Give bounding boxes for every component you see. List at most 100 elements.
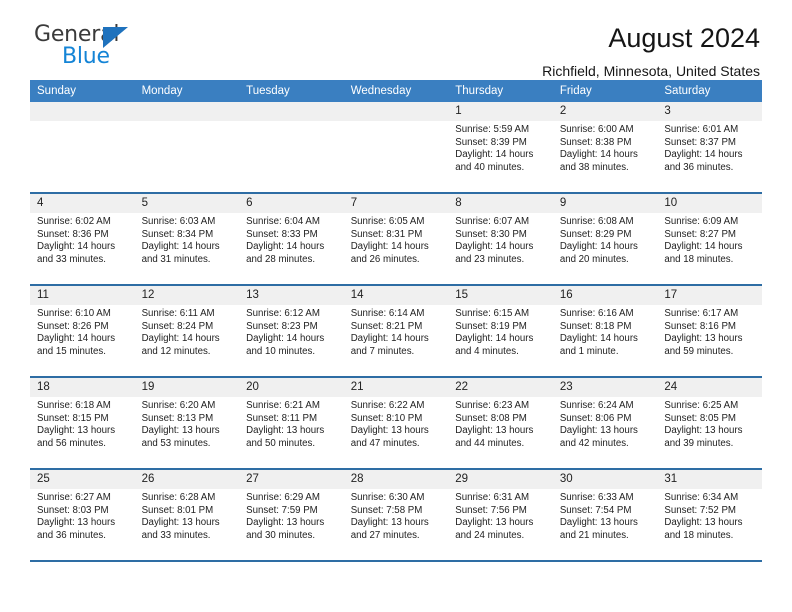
sunset-text: Sunset: 8:13 PM [141,412,214,424]
daylight-text: Daylight: 14 hours and 10 minutes. [246,333,325,357]
sunset-text: Sunset: 8:36 PM [37,228,109,240]
sunrise-text: Sunrise: 6:29 AM [246,492,320,503]
day-sun-info: Sunrise: 6:17 AM Sunset: 8:16 PM Daylight:… [657,305,762,358]
calendar-week-row: 18 Sunrise: 6:18 AM Sunset: 8:15 PM Dayligh… [30,377,762,470]
sunrise-sunset-calendar: Sunday Monday Tuesday Wednesday Thursday… [30,80,762,562]
day-number: 27 [239,470,344,489]
sunrise-text: Sunrise: 6:15 AM [455,308,530,319]
calendar-day-cell[interactable]: 5 Sunrise: 6:03 AM Sunset: 8:34 PM Daylight… [134,193,240,286]
day-cell-content: 30 Sunrise: 6:33 AM Sunset: 7:54 PM Dayligh… [552,470,658,560]
calendar-day-cell[interactable]: 2 Sunrise: 6:00 AM Sunset: 8:38 PM Daylight… [552,102,658,194]
sunset-text: Sunset: 8:01 PM [141,504,214,516]
day-cell-content [134,102,240,192]
day-cell-content: 22 Sunrise: 6:23 AM Sunset: 8:08 PM Dayligh… [448,378,553,468]
day-sun-info: Sunrise: 5:59 AM Sunset: 8:39 PM Daylight:… [448,121,553,174]
calendar-day-cell[interactable]: 9 Sunrise: 6:08 AM Sunset: 8:29 PM Daylight… [552,193,658,286]
daylight-text: Daylight: 14 hours and 28 minutes. [246,241,325,265]
calendar-day-cell[interactable]: 25 Sunrise: 6:27 AM Sunset: 8:03 PM Dayligh… [30,469,135,562]
daylight-text: Daylight: 14 hours and 20 minutes. [559,241,638,265]
day-cell-content: 14 Sunrise: 6:14 AM Sunset: 8:21 PM Dayligh… [343,286,449,376]
logo-text-blue: Blue [62,44,110,69]
calendar-day-cell[interactable]: 18 Sunrise: 6:18 AM Sunset: 8:15 PM Dayligh… [30,377,135,470]
calendar-day-cell[interactable]: 10 Sunrise: 6:09 AM Sunset: 8:27 PM Dayligh… [657,193,762,286]
calendar-day-cell[interactable]: 16 Sunrise: 6:16 AM Sunset: 8:18 PM Dayligh… [552,285,658,378]
daylight-text: Daylight: 13 hours and 59 minutes. [664,333,743,357]
day-sun-info: Sunrise: 6:22 AM Sunset: 8:10 PM Daylight:… [344,397,449,450]
calendar-day-cell[interactable]: 17 Sunrise: 6:17 AM Sunset: 8:16 PM Dayligh… [657,285,762,378]
calendar-day-cell[interactable]: 22 Sunrise: 6:23 AM Sunset: 8:08 PM Dayligh… [448,377,553,470]
calendar-day-cell[interactable]: 1 Sunrise: 5:59 AM Sunset: 8:39 PM Daylight… [448,102,553,194]
sunset-text: Sunset: 8:30 PM [455,228,527,240]
sunrise-text: Sunrise: 6:12 AM [246,308,320,319]
calendar-day-cell[interactable]: 26 Sunrise: 6:28 AM Sunset: 8:01 PM Dayligh… [134,469,240,562]
calendar-empty-cell [343,102,449,194]
calendar-day-cell[interactable]: 6 Sunrise: 6:04 AM Sunset: 8:33 PM Daylight… [239,193,344,286]
sunrise-text: Sunrise: 6:18 AM [37,400,111,411]
day-cell-content: 11 Sunrise: 6:10 AM Sunset: 8:26 PM Dayligh… [30,286,135,376]
day-sun-info: Sunrise: 6:27 AM Sunset: 8:03 PM Daylight:… [30,489,135,542]
sunrise-text: Sunrise: 6:00 AM [559,124,634,135]
day-sun-info: Sunrise: 6:34 AM Sunset: 7:52 PM Daylight:… [657,489,762,542]
sunset-text: Sunset: 8:34 PM [141,228,214,240]
day-number: 17 [657,286,762,305]
sunrise-text: Sunrise: 6:27 AM [37,492,111,503]
calendar-day-cell[interactable]: 24 Sunrise: 6:25 AM Sunset: 8:05 PM Dayligh… [657,377,762,470]
daylight-text: Daylight: 14 hours and 23 minutes. [455,241,534,265]
calendar-day-cell[interactable]: 19 Sunrise: 6:20 AM Sunset: 8:13 PM Dayligh… [134,377,240,470]
calendar-day-cell[interactable]: 7 Sunrise: 6:05 AM Sunset: 8:31 PM Daylight… [343,193,449,286]
day-number: 9 [552,194,658,213]
day-cell-content: 4 Sunrise: 6:02 AM Sunset: 8:36 PM Daylight… [30,194,135,284]
day-cell-content: 20 Sunrise: 6:21 AM Sunset: 8:11 PM Dayligh… [239,378,344,468]
generalblue-logo[interactable]: General Blue [30,24,160,76]
sunset-text: Sunset: 8:38 PM [559,136,632,148]
sunset-text: Sunset: 8:26 PM [37,320,109,332]
day-number: 2 [552,102,658,121]
calendar-day-cell[interactable]: 30 Sunrise: 6:33 AM Sunset: 7:54 PM Dayligh… [552,469,658,562]
location-subtitle: Richfield, Minnesota, United States [542,62,760,79]
day-sun-info: Sunrise: 6:04 AM Sunset: 8:33 PM Daylight:… [239,213,344,266]
sunrise-text: Sunrise: 6:31 AM [455,492,530,503]
calendar-day-cell[interactable]: 11 Sunrise: 6:10 AM Sunset: 8:26 PM Dayligh… [30,285,135,378]
calendar-day-cell[interactable]: 13 Sunrise: 6:12 AM Sunset: 8:23 PM Dayligh… [239,285,344,378]
day-number: 1 [448,102,553,121]
sunset-text: Sunset: 8:39 PM [455,136,527,148]
calendar-day-cell[interactable]: 28 Sunrise: 6:30 AM Sunset: 7:58 PM Dayligh… [343,469,449,562]
day-cell-content: 13 Sunrise: 6:12 AM Sunset: 8:23 PM Dayligh… [239,286,344,376]
calendar-day-cell[interactable]: 20 Sunrise: 6:21 AM Sunset: 8:11 PM Dayligh… [239,377,344,470]
day-sun-info: Sunrise: 6:28 AM Sunset: 8:01 PM Daylight:… [135,489,240,542]
sunrise-text: Sunrise: 6:03 AM [141,216,216,227]
day-sun-info: Sunrise: 6:21 AM Sunset: 8:11 PM Daylight:… [239,397,344,450]
sunset-text: Sunset: 8:03 PM [37,504,109,516]
calendar-day-cell[interactable]: 14 Sunrise: 6:14 AM Sunset: 8:21 PM Dayligh… [343,285,449,378]
calendar-day-cell[interactable]: 15 Sunrise: 6:15 AM Sunset: 8:19 PM Dayligh… [448,285,553,378]
sunset-text: Sunset: 8:31 PM [350,228,423,240]
sunset-text: Sunset: 8:15 PM [37,412,109,424]
day-cell-content: 26 Sunrise: 6:28 AM Sunset: 8:01 PM Dayligh… [134,470,240,560]
daylight-text: Daylight: 14 hours and 7 minutes. [350,333,429,357]
day-sun-info: Sunrise: 6:29 AM Sunset: 7:59 PM Daylight:… [239,489,344,542]
day-sun-info: Sunrise: 6:14 AM Sunset: 8:21 PM Daylight:… [344,305,449,358]
calendar-day-cell[interactable]: 4 Sunrise: 6:02 AM Sunset: 8:36 PM Daylight… [30,193,135,286]
daylight-text: Daylight: 14 hours and 40 minutes. [455,149,534,173]
day-cell-content: 7 Sunrise: 6:05 AM Sunset: 8:31 PM Daylight… [343,194,449,284]
sunrise-text: Sunrise: 6:34 AM [664,492,739,503]
day-number: 30 [552,470,658,489]
calendar-day-cell[interactable]: 12 Sunrise: 6:11 AM Sunset: 8:24 PM Dayligh… [134,285,240,378]
calendar-day-cell[interactable]: 27 Sunrise: 6:29 AM Sunset: 7:59 PM Dayligh… [239,469,344,562]
calendar-day-cell[interactable]: 3 Sunrise: 6:01 AM Sunset: 8:37 PM Daylight… [657,102,762,194]
calendar-day-cell[interactable]: 31 Sunrise: 6:34 AM Sunset: 7:52 PM Dayligh… [657,469,762,562]
day-cell-content [239,102,344,192]
day-cell-content: 5 Sunrise: 6:03 AM Sunset: 8:34 PM Daylight… [134,194,240,284]
sunrise-text: Sunrise: 6:04 AM [246,216,320,227]
calendar-day-cell[interactable]: 21 Sunrise: 6:22 AM Sunset: 8:10 PM Dayligh… [343,377,449,470]
sunrise-text: Sunrise: 6:02 AM [37,216,111,227]
day-cell-content: 24 Sunrise: 6:25 AM Sunset: 8:05 PM Dayligh… [657,378,762,468]
calendar-day-cell[interactable]: 23 Sunrise: 6:24 AM Sunset: 8:06 PM Dayligh… [552,377,658,470]
daylight-text: Daylight: 13 hours and 21 minutes. [559,517,638,541]
day-number: 12 [134,286,240,305]
calendar-day-cell[interactable]: 29 Sunrise: 6:31 AM Sunset: 7:56 PM Dayligh… [448,469,553,562]
sunset-text: Sunset: 8:21 PM [350,320,423,332]
sunrise-text: Sunrise: 6:08 AM [559,216,634,227]
day-sun-info: Sunrise: 6:05 AM Sunset: 8:31 PM Daylight:… [344,213,449,266]
calendar-day-cell[interactable]: 8 Sunrise: 6:07 AM Sunset: 8:30 PM Daylight… [448,193,553,286]
